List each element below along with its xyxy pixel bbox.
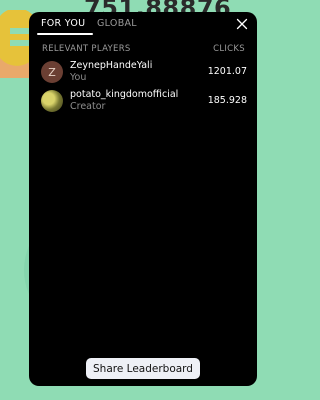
active-tab-indicator	[37, 33, 93, 35]
player-role: You	[70, 72, 87, 83]
avatar	[41, 90, 63, 112]
player-role: Creator	[70, 101, 106, 112]
player-name: potato_kingdomofficial	[70, 89, 179, 100]
share-leaderboard-button[interactable]: Share Leaderboard	[86, 358, 200, 379]
close-icon[interactable]	[236, 18, 248, 30]
tab-for-you[interactable]: FOR YOU	[41, 18, 85, 29]
player-clicks: 1201.07	[207, 66, 247, 77]
avatar: Z	[41, 61, 63, 83]
leaderboard-panel: FOR YOU GLOBAL RELEVANT PLAYERS CLICKS Z…	[29, 12, 257, 386]
leaderboard-row[interactable]: Z ZeynepHandeYali You 1201.07	[41, 60, 247, 86]
player-name: ZeynepHandeYali	[70, 60, 153, 71]
clicks-column-header: CLICKS	[213, 44, 245, 54]
tab-bar: FOR YOU GLOBAL	[29, 12, 257, 38]
player-clicks: 185.928	[207, 95, 247, 106]
leaderboard-row[interactable]: potato_kingdomofficial Creator 185.928	[41, 89, 247, 115]
tab-global[interactable]: GLOBAL	[97, 18, 137, 29]
players-column-header: RELEVANT PLAYERS	[42, 44, 131, 54]
